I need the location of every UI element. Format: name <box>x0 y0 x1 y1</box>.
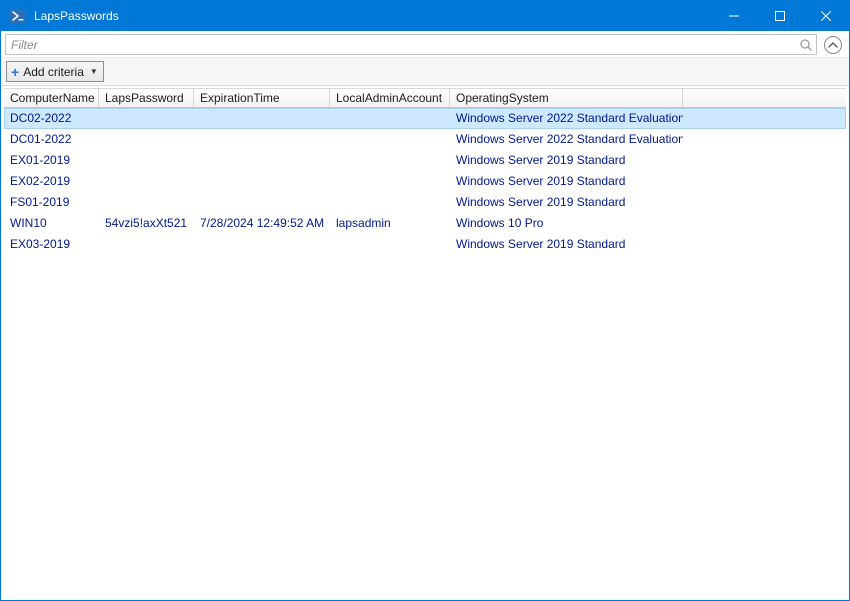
filter-row <box>1 31 849 57</box>
table-cell: Windows 10 Pro <box>450 213 683 234</box>
table-cell: FS01-2019 <box>4 192 99 213</box>
filter-input-wrap <box>5 34 817 55</box>
window-title: LapsPasswords <box>34 9 711 23</box>
table-cell <box>330 108 450 129</box>
search-icon <box>799 38 813 52</box>
table-cell <box>194 108 330 129</box>
table-cell: lapsadmin <box>330 213 450 234</box>
table-cell <box>683 129 846 150</box>
table-row[interactable]: FS01-2019 Windows Server 2019 Standard <box>4 192 846 213</box>
table-cell: Windows Server 2022 Standard Evaluation <box>450 129 683 150</box>
table-cell: DC01-2022 <box>4 129 99 150</box>
table-cell <box>194 150 330 171</box>
close-button[interactable] <box>803 1 849 31</box>
plus-icon: + <box>11 65 19 79</box>
powershell-icon <box>9 8 27 24</box>
grid-body: DC02-2022 Windows Server 2022 Standard Ev… <box>4 108 846 600</box>
table-cell <box>683 213 846 234</box>
table-row[interactable]: DC02-2022 Windows Server 2022 Standard Ev… <box>4 108 846 129</box>
table-cell <box>683 108 846 129</box>
table-cell: EX02-2019 <box>4 171 99 192</box>
table-cell <box>99 108 194 129</box>
outgridview-window: LapsPasswords <box>0 0 850 601</box>
window-controls <box>711 1 849 31</box>
chevron-down-icon: ▼ <box>90 67 98 76</box>
table-row[interactable]: EX03-2019 Windows Server 2019 Standard <box>4 234 846 255</box>
table-cell <box>194 234 330 255</box>
collapse-criteria-button[interactable] <box>824 36 842 54</box>
table-cell <box>683 192 846 213</box>
minimize-button[interactable] <box>711 1 757 31</box>
maximize-button[interactable] <box>757 1 803 31</box>
title-bar[interactable]: LapsPasswords <box>1 1 849 31</box>
table-cell: 7/28/2024 12:49:52 AM <box>194 213 330 234</box>
table-cell: WIN10 <box>4 213 99 234</box>
column-header-localadminaccount[interactable]: LocalAdminAccount <box>330 89 450 107</box>
table-cell <box>99 234 194 255</box>
filter-input[interactable] <box>6 35 816 54</box>
criteria-bar: + Add criteria ▼ <box>1 57 849 86</box>
table-cell <box>330 150 450 171</box>
table-cell <box>330 171 450 192</box>
table-cell: Windows Server 2019 Standard <box>450 150 683 171</box>
table-cell: DC02-2022 <box>4 108 99 129</box>
grid-header-row: ComputerNameLapsPasswordExpirationTimeLo… <box>4 88 846 108</box>
table-cell: Windows Server 2019 Standard <box>450 192 683 213</box>
table-cell <box>330 234 450 255</box>
chevron-up-icon <box>828 42 838 48</box>
table-cell <box>683 150 846 171</box>
table-row[interactable]: WIN1054vzi5!axXt5217/28/2024 12:49:52 AM… <box>4 213 846 234</box>
add-criteria-button[interactable]: + Add criteria ▼ <box>6 61 104 82</box>
table-cell <box>194 171 330 192</box>
table-cell: 54vzi5!axXt521 <box>99 213 194 234</box>
table-cell: EX03-2019 <box>4 234 99 255</box>
table-cell <box>99 129 194 150</box>
table-cell <box>194 192 330 213</box>
column-header-lapspassword[interactable]: LapsPassword <box>99 89 194 107</box>
column-header-operatingsystem[interactable]: OperatingSystem <box>450 89 683 107</box>
results-grid: ComputerNameLapsPasswordExpirationTimeLo… <box>1 86 849 600</box>
table-cell: Windows Server 2022 Standard Evaluation <box>450 108 683 129</box>
table-cell <box>683 171 846 192</box>
table-cell: Windows Server 2019 Standard <box>450 234 683 255</box>
add-criteria-label: Add criteria <box>23 65 84 79</box>
table-row[interactable]: DC01-2022 Windows Server 2022 Standard Ev… <box>4 129 846 150</box>
table-cell: EX01-2019 <box>4 150 99 171</box>
column-header-expirationtime[interactable]: ExpirationTime <box>194 89 330 107</box>
column-header-computername[interactable]: ComputerName <box>4 89 99 107</box>
table-cell: Windows Server 2019 Standard <box>450 171 683 192</box>
table-row[interactable]: EX01-2019 Windows Server 2019 Standard <box>4 150 846 171</box>
table-cell <box>194 129 330 150</box>
table-cell <box>683 234 846 255</box>
column-header-filler <box>683 89 846 107</box>
table-cell <box>99 192 194 213</box>
table-row[interactable]: EX02-2019 Windows Server 2019 Standard <box>4 171 846 192</box>
table-cell <box>330 129 450 150</box>
table-cell <box>99 171 194 192</box>
table-cell <box>99 150 194 171</box>
table-cell <box>330 192 450 213</box>
